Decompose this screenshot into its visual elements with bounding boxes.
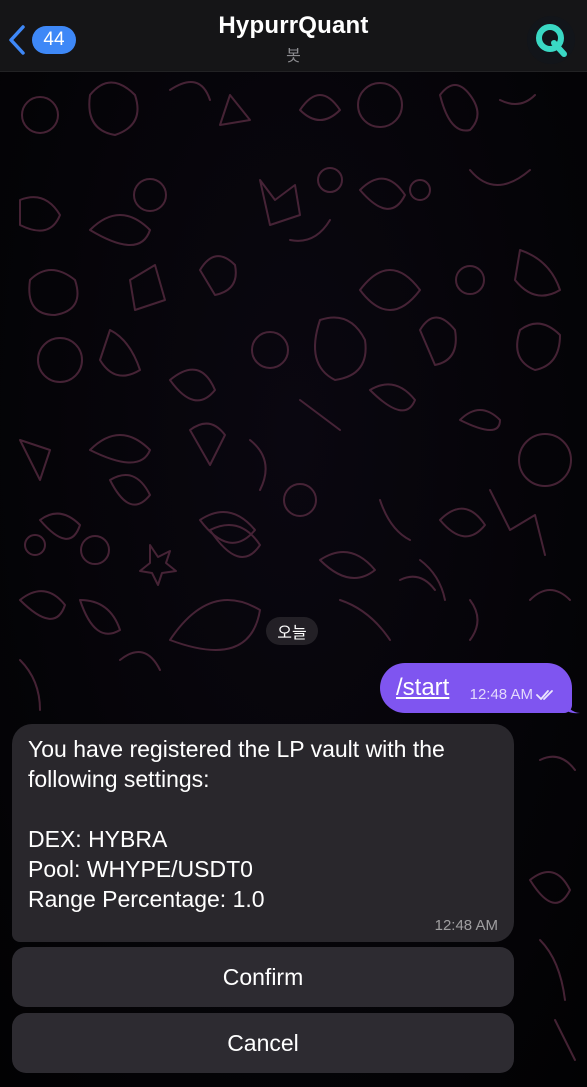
chevron-left-icon [9, 25, 25, 55]
unread-count-badge: 44 [32, 26, 76, 54]
bubble-tail [566, 700, 580, 714]
command-link[interactable]: /start [396, 674, 449, 702]
message-line: following settings: [28, 766, 210, 792]
chat-header: 44 HypurrQuant 봇 [0, 0, 587, 72]
double-check-icon [536, 689, 553, 700]
chat-subtitle: 봇 [286, 48, 301, 65]
chat-title: HypurrQuant [218, 12, 369, 39]
incoming-message: You have registered the LP vault with th… [12, 724, 514, 942]
message-line: You have registered the LP vault with th… [28, 736, 445, 762]
back-button[interactable]: 44 [6, 20, 76, 60]
message-time: 12:48 AM [434, 917, 498, 934]
avatar[interactable] [527, 16, 575, 64]
q-logo-icon [527, 16, 575, 64]
confirm-button[interactable]: Confirm [12, 947, 514, 1007]
message-time: 12:48 AM [469, 686, 533, 703]
message-line: DEX: HYBRA [28, 826, 168, 852]
date-separator: 오늘 [266, 617, 318, 645]
outgoing-message[interactable]: /start 12:48 AM [380, 663, 572, 713]
message-line: Pool: WHYPE/USDT0 [28, 856, 253, 882]
message-line: Range Percentage: 1.0 [28, 886, 265, 912]
chat-title-block[interactable]: HypurrQuant 봇 [130, 12, 457, 66]
cancel-button[interactable]: Cancel [12, 1013, 514, 1073]
message-meta: 12:48 AM [470, 686, 558, 703]
chat-screen: 44 HypurrQuant 봇 오늘 /start 12:48 AM You … [0, 0, 587, 1087]
